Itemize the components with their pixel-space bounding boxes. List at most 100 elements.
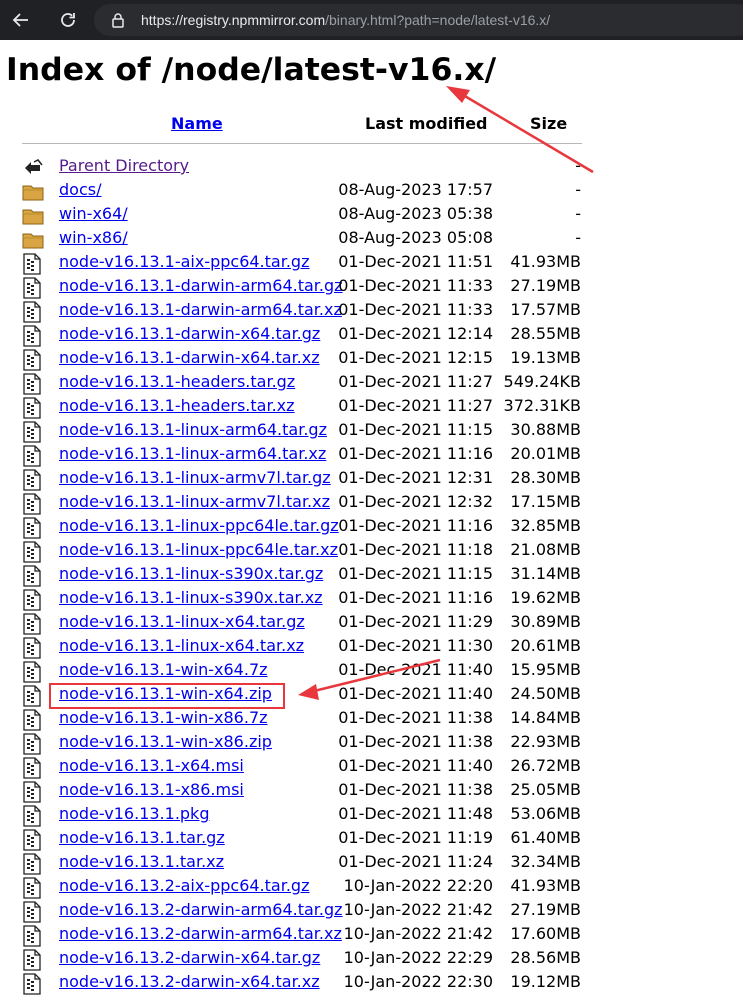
file-link[interactable]: node-v16.13.1-darwin-arm64.tar.gz (59, 276, 343, 295)
size-cell: 32.34MB (510, 852, 581, 871)
file-icon (22, 637, 44, 659)
file-icon (22, 349, 44, 371)
file-icon (22, 565, 44, 587)
table-row: node-v16.13.1-linux-ppc64le.tar.xz 01-Dec… (0, 539, 743, 563)
file-link[interactable]: docs/ (59, 180, 101, 199)
file-link[interactable]: node-v16.13.1-x64.msi (59, 756, 244, 775)
size-cell: 61.40MB (510, 828, 581, 847)
file-link[interactable]: node-v16.13.1.pkg (59, 804, 209, 823)
file-link[interactable]: node-v16.13.1-win-x64.7z (59, 660, 268, 679)
file-icon (22, 757, 44, 779)
file-link[interactable]: node-v16.13.1-linux-s390x.tar.gz (59, 564, 323, 583)
table-row: node-v16.13.1-linux-x64.tar.gz 01-Dec-202… (0, 611, 743, 635)
size-cell: 14.84MB (510, 708, 581, 727)
address-bar[interactable]: https://registry.npmmirror.com/binary.ht… (94, 4, 743, 36)
file-icon (22, 421, 44, 443)
last-modified-cell: 01-Dec-2021 11:29 (338, 612, 493, 631)
file-link[interactable]: node-v16.13.1-linux-arm64.tar.xz (59, 444, 326, 463)
file-link[interactable]: node-v16.13.1-linux-s390x.tar.xz (59, 588, 323, 607)
table-row: node-v16.13.1-linux-s390x.tar.xz 01-Dec-2… (0, 587, 743, 611)
table-row: node-v16.13.2-darwin-arm64.tar.xz 10-Jan-… (0, 923, 743, 947)
last-modified-cell: 10-Jan-2022 22:30 (343, 972, 493, 991)
file-link[interactable]: node-v16.13.1-win-x86.7z (59, 708, 268, 727)
size-cell: 19.62MB (510, 588, 581, 607)
size-cell: 41.93MB (510, 876, 581, 895)
table-row: node-v16.13.1-aix-ppc64.tar.gz 01-Dec-202… (0, 251, 743, 275)
last-modified-cell: 01-Dec-2021 11:38 (338, 708, 493, 727)
file-link[interactable]: node-v16.13.1-darwin-x64.tar.gz (59, 324, 320, 343)
file-icon (22, 925, 44, 947)
file-icon (22, 373, 44, 395)
file-link[interactable]: node-v16.13.2-darwin-x64.tar.gz (59, 948, 320, 967)
last-modified-cell: 01-Dec-2021 11:27 (338, 372, 493, 391)
file-link[interactable]: node-v16.13.1-darwin-arm64.tar.xz (59, 300, 342, 319)
size-cell: 19.12MB (510, 972, 581, 991)
size-cell: 27.19MB (510, 276, 581, 295)
file-link[interactable]: node-v16.13.1-linux-x64.tar.xz (59, 636, 304, 655)
file-icon (22, 325, 44, 347)
name-column-header[interactable]: Name (171, 114, 223, 133)
size-cell: 30.89MB (510, 612, 581, 631)
table-row: node-v16.13.1-darwin-arm64.tar.xz 01-Dec-… (0, 299, 743, 323)
file-link[interactable]: node-v16.13.1-headers.tar.xz (59, 396, 295, 415)
url-host: https://registry.npmmirror.com (141, 12, 326, 28)
file-link[interactable]: node-v16.13.1-headers.tar.gz (59, 372, 295, 391)
file-link[interactable]: node-v16.13.1.tar.gz (59, 828, 225, 847)
file-link[interactable]: win-x64/ (59, 204, 128, 223)
size-cell: 20.01MB (510, 444, 581, 463)
size-cell: 53.06MB (510, 804, 581, 823)
table-row: node-v16.13.1.pkg 01-Dec-2021 11:48 53.06M… (0, 803, 743, 827)
table-row: node-v16.13.1-darwin-x64.tar.gz 01-Dec-20… (0, 323, 743, 347)
size-cell: 27.19MB (510, 900, 581, 919)
back-button[interactable] (2, 1, 40, 39)
size-cell: - (575, 156, 581, 175)
file-icon (22, 781, 44, 803)
file-link[interactable]: node-v16.13.1-linux-armv7l.tar.xz (59, 492, 330, 511)
table-row: node-v16.13.2-darwin-arm64.tar.gz 10-Jan-… (0, 899, 743, 923)
file-link[interactable]: node-v16.13.1-x86.msi (59, 780, 244, 799)
table-row: node-v16.13.1-linux-x64.tar.xz 01-Dec-202… (0, 635, 743, 659)
size-cell: 17.15MB (510, 492, 581, 511)
url-path: /binary.html?path=node/latest-v16.x/ (325, 12, 551, 28)
file-link[interactable]: node-v16.13.1-linux-x64.tar.gz (59, 612, 305, 631)
file-icon (22, 493, 44, 515)
file-link[interactable]: win-x86/ (59, 228, 128, 247)
reload-icon (61, 13, 75, 27)
size-cell: 19.13MB (510, 348, 581, 367)
parent-directory-link[interactable]: Parent Directory (59, 156, 189, 175)
size-column-header: Size (530, 114, 568, 133)
size-cell: 25.05MB (510, 780, 581, 799)
file-link[interactable]: node-v16.13.1-linux-ppc64le.tar.xz (59, 540, 338, 559)
folder-icon (22, 229, 44, 251)
file-link[interactable]: node-v16.13.1-linux-arm64.tar.gz (59, 420, 327, 439)
lock-icon (112, 13, 124, 28)
size-cell: 32.85MB (510, 516, 581, 535)
last-modified-cell: 08-Aug-2023 05:08 (338, 228, 493, 247)
file-icon (22, 877, 44, 899)
size-cell: - (575, 204, 581, 223)
file-link[interactable]: node-v16.13.1-darwin-x64.tar.xz (59, 348, 320, 367)
file-icon (22, 901, 44, 923)
table-row: node-v16.13.1-linux-armv7l.tar.xz 01-Dec-… (0, 491, 743, 515)
last-modified-cell: 10-Jan-2022 21:42 (343, 924, 493, 943)
size-cell: 41.93MB (510, 252, 581, 271)
size-cell: - (575, 180, 581, 199)
reload-button[interactable] (49, 1, 87, 39)
table-row: node-v16.13.1.tar.gz 01-Dec-2021 11:19 61.… (0, 827, 743, 851)
file-icon (22, 685, 44, 707)
last-modified-cell: 01-Dec-2021 11:16 (338, 444, 493, 463)
size-cell: 28.56MB (510, 948, 581, 967)
file-link[interactable]: node-v16.13.1-win-x86.zip (59, 732, 272, 751)
file-link[interactable]: node-v16.13.1-linux-armv7l.tar.gz (59, 468, 331, 487)
file-link[interactable]: node-v16.13.1-linux-ppc64le.tar.gz (59, 516, 339, 535)
size-cell: 28.55MB (510, 324, 581, 343)
file-link[interactable]: node-v16.13.1.tar.xz (59, 852, 224, 871)
file-link[interactable]: node-v16.13.2-darwin-x64.tar.xz (59, 972, 320, 991)
file-link[interactable]: node-v16.13.2-aix-ppc64.tar.gz (59, 876, 309, 895)
back-icon (22, 157, 44, 179)
table-row: node-v16.13.1-headers.tar.gz 01-Dec-2021 … (0, 371, 743, 395)
file-link[interactable]: node-v16.13.2-darwin-arm64.tar.gz (59, 900, 343, 919)
file-link[interactable]: node-v16.13.1-aix-ppc64.tar.gz (59, 252, 309, 271)
file-link[interactable]: node-v16.13.2-darwin-arm64.tar.xz (59, 924, 342, 943)
last-modified-cell: 01-Dec-2021 11:27 (338, 396, 493, 415)
